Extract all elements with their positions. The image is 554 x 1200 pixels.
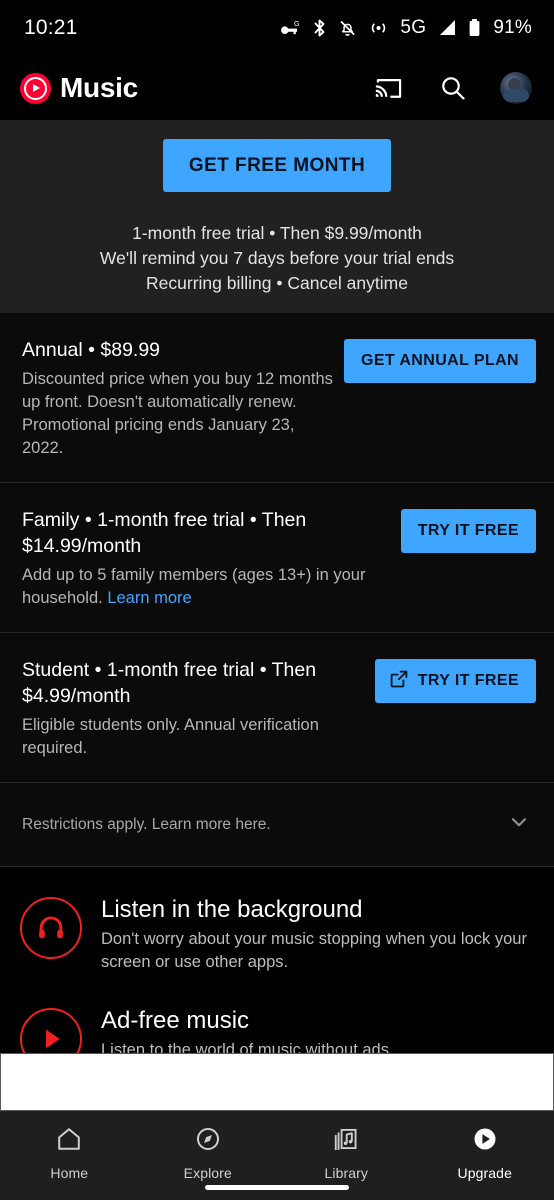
plan-title: Family • 1-month free trial • Then $14.9… [22, 509, 307, 557]
plan-text: Family • 1-month free trial • Then $14.9… [22, 507, 391, 610]
family-try-it-free-button[interactable]: TRY IT FREE [400, 509, 536, 553]
home-indicator [205, 1185, 349, 1190]
plan-description-text: Add up to 5 family members (ages 13+) in… [22, 566, 366, 607]
nav-item-home[interactable]: Home [0, 1125, 139, 1181]
restrictions-row[interactable]: Restrictions apply. Learn more here. [0, 783, 554, 867]
youtube-music-icon [20, 72, 51, 104]
youtube-music-upgrade-screen: 10:21 G 5G 91% Music GET FREE MONTH 1-mo… [0, 0, 554, 1200]
nav-item-library[interactable]: Library [277, 1125, 416, 1181]
plans-list: Annual • $89.99 Discounted price when yo… [0, 313, 554, 867]
hero-note-line-1: 1-month free trial • Then $9.99/month [132, 223, 422, 243]
hero-notes: 1-month free trial • Then $9.99/month We… [100, 221, 454, 296]
plan-description-text: Eligible students only. Annual verificat… [22, 716, 319, 757]
svg-text:G: G [294, 21, 299, 28]
student-try-it-free-button[interactable]: TRY IT FREE [374, 659, 536, 703]
app-bar-actions [372, 71, 532, 105]
nav-item-explore[interactable]: Explore [139, 1125, 278, 1181]
external-link-icon [389, 669, 409, 694]
plan-description: Eligible students only. Annual verificat… [22, 714, 365, 760]
chevron-down-icon[interactable] [506, 809, 532, 840]
hotspot-icon [368, 18, 389, 38]
plan-row-family: Family • 1-month free trial • Then $14.9… [0, 483, 554, 633]
plan-row-student: Student • 1-month free trial • Then $4.9… [0, 633, 554, 783]
nav-label: Library [324, 1165, 368, 1181]
signal-icon [437, 19, 457, 37]
search-icon[interactable] [436, 71, 470, 105]
hero-note-line-2: We'll remind you 7 days before your tria… [99, 248, 455, 268]
get-free-month-button[interactable]: GET FREE MONTH [162, 139, 392, 192]
nav-label: Upgrade [457, 1165, 512, 1181]
plan-description: Discounted price when you buy 12 months … [22, 368, 334, 460]
plan-title: Student • 1-month free trial • Then $4.9… [22, 659, 317, 707]
plan-description: Add up to 5 family members (ages 13+) in… [22, 564, 391, 610]
app-logo[interactable]: Music [20, 72, 138, 104]
status-bar: 10:21 G 5G 91% [0, 0, 554, 56]
status-icons: G 5G 91% [280, 17, 532, 39]
cast-icon[interactable] [372, 71, 406, 105]
avatar[interactable] [500, 72, 532, 104]
battery-percent-label: 91% [493, 17, 532, 38]
feature-listen-in-background: Listen in the background Don't worry abo… [0, 893, 554, 1004]
vpn-key-icon: G [280, 19, 301, 37]
library-icon [332, 1125, 360, 1158]
feature-body: Listen in the background Don't worry abo… [101, 893, 534, 974]
plan-row-annual: Annual • $89.99 Discounted price when yo… [0, 313, 554, 483]
nav-label: Home [50, 1165, 89, 1181]
feature-description: Don't worry about your music stopping wh… [101, 930, 527, 971]
hero-note-line-3: Recurring billing • Cancel anytime [146, 273, 408, 293]
blank-banner-placeholder [0, 1053, 554, 1111]
app-bar: Music [0, 56, 554, 120]
plan-title: Annual • $89.99 [22, 339, 161, 361]
feature-title: Ad-free music [101, 1007, 250, 1034]
network-type-label: 5G [400, 17, 427, 38]
restrictions-text: Restrictions apply. Learn more here. [22, 815, 271, 833]
hero-section: GET FREE MONTH 1-month free trial • Then… [0, 120, 554, 313]
compass-icon [194, 1125, 222, 1158]
bluetooth-icon [312, 18, 327, 38]
bottom-navigation-bar: Home Explore Library Upgrade [0, 1111, 554, 1200]
get-annual-plan-button[interactable]: GET ANNUAL PLAN [344, 339, 536, 383]
notifications-off-icon [338, 18, 357, 38]
plan-text: Annual • $89.99 Discounted price when yo… [22, 337, 334, 460]
headphones-icon [20, 897, 82, 959]
nav-item-upgrade[interactable]: Upgrade [416, 1125, 554, 1181]
app-title: Music [60, 72, 138, 103]
upgrade-play-icon [471, 1125, 499, 1158]
student-button-label: TRY IT FREE [417, 672, 519, 689]
battery-icon [468, 18, 481, 38]
home-icon [55, 1125, 83, 1158]
family-learn-more-link[interactable]: Learn more [107, 589, 191, 607]
plan-description-text: Discounted price when you buy 12 months … [22, 370, 333, 457]
status-time: 10:21 [24, 16, 78, 39]
plan-text: Student • 1-month free trial • Then $4.9… [22, 657, 365, 760]
nav-label: Explore [183, 1165, 232, 1181]
feature-title: Listen in the background [101, 896, 363, 923]
